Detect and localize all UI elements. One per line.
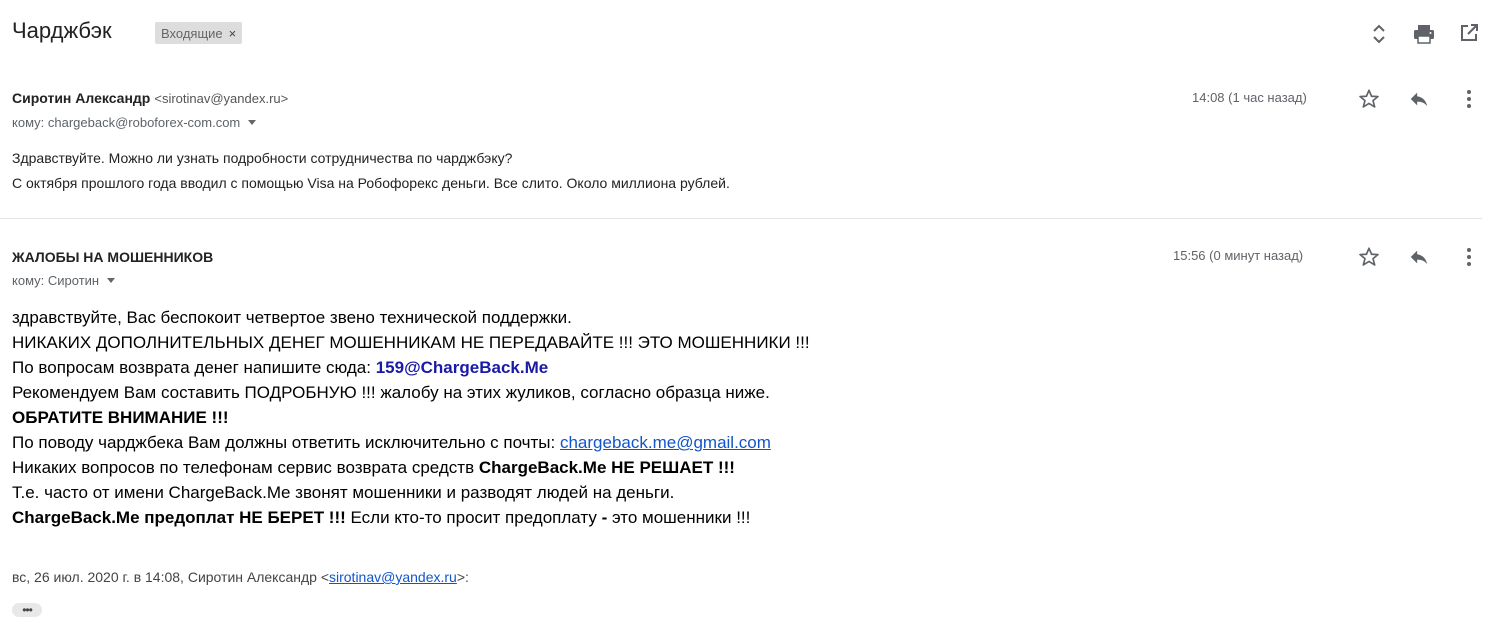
body-line: ОБРАТИТЕ ВНИМАНИЕ !!! [12,408,229,427]
body-text: По вопросам возврата денег напишите сюда… [12,358,376,377]
thread-subject: Чарджбэк [12,18,112,43]
body-bold-text: ChargeBack.Me предоплат НЕ БЕРЕТ !!! [12,508,346,527]
body-line: здравствуйте, Вас беспокоит четвертое зв… [12,308,572,327]
recipient-text: кому: Сиротин [12,273,100,288]
star-icon[interactable] [1357,87,1381,111]
message1-body: Здравствуйте. Можно ли узнать подробност… [12,146,730,196]
label-text: Входящие [161,25,223,41]
message-divider [0,218,1482,219]
show-details-icon[interactable] [248,120,257,125]
sender-name[interactable]: ЖАЛОБЫ НА МОШЕННИКОВ [12,249,213,265]
sender-name[interactable]: Сиротин Александр [12,90,150,106]
message2-time: 15:56 (0 минут назад) [1173,248,1304,263]
show-details-icon[interactable] [107,278,116,283]
body-line: С октября прошлого года вводил с помощью… [12,175,730,191]
email-link[interactable]: chargeback.me@gmail.com [560,433,771,452]
body-line: По поводу чарджбека Вам должны ответить … [12,430,810,455]
body-text: Если кто-то просит предоплату [345,508,602,527]
message1-time: 14:08 (1 час назад) [1192,90,1307,105]
quote-email-link[interactable]: sirotinav@yandex.ru [329,569,457,585]
body-line: По вопросам возврата денег напишите сюда… [12,355,810,380]
more-options-icon[interactable] [1457,87,1481,111]
open-in-new-window-icon[interactable] [1457,21,1481,45]
body-line: Рекомендуем Вам составить ПОДРОБНУЮ !!! … [12,383,770,402]
message2-body: здравствуйте, Вас беспокоит четвертое зв… [12,305,810,530]
quote-suffix: >: [456,569,469,585]
remove-label-icon[interactable]: × [229,26,237,41]
recipient-text: кому: chargeback@roboforex-com.com [12,115,241,130]
body-line: Никаких вопросов по телефонам сервис воз… [12,455,810,480]
body-line: НИКАКИХ ДОПОЛНИТЕЛЬНЫХ ДЕНЕГ МОШЕННИКАМ … [12,333,810,352]
body-line: Здравствуйте. Можно ли узнать подробност… [12,150,513,166]
body-line: ChargeBack.Me предоплат НЕ БЕРЕТ !!! Есл… [12,505,810,530]
reply-icon[interactable] [1407,87,1431,111]
sender-email: <sirotinav@yandex.ru> [154,91,289,106]
body-text: Никаких вопросов по телефонам сервис воз… [12,458,479,477]
expand-collapse-icon[interactable] [1367,22,1391,46]
quote-prefix: вс, 26 июл. 2020 г. в 14:08, Сиротин Але… [12,569,329,585]
more-options-icon[interactable] [1457,245,1481,269]
message1-header: Сиротин Александр <sirotinav@yandex.ru> [12,90,288,106]
reply-icon[interactable] [1407,245,1431,269]
show-trimmed-content-button[interactable]: ••• [12,603,42,617]
body-bold-text: ChargeBack.Me НЕ РЕШАЕТ !!! [478,458,735,477]
body-text: По поводу чарджбека Вам должны ответить … [12,433,560,452]
contact-email: 159@ChargeBack.Me [375,358,549,377]
quoted-header: вс, 26 июл. 2020 г. в 14:08, Сиротин Але… [12,569,469,585]
print-icon[interactable] [1412,22,1436,46]
star-icon[interactable] [1357,245,1381,269]
message1-recipient: кому: chargeback@roboforex-com.com [12,115,257,130]
message2-recipient: кому: Сиротин [12,273,116,288]
body-text: это мошенники !!! [607,508,751,527]
body-line: Т.е. часто от имени ChargeBack.Me звонят… [12,483,675,502]
inbox-label-chip[interactable]: Входящие × [155,22,243,44]
